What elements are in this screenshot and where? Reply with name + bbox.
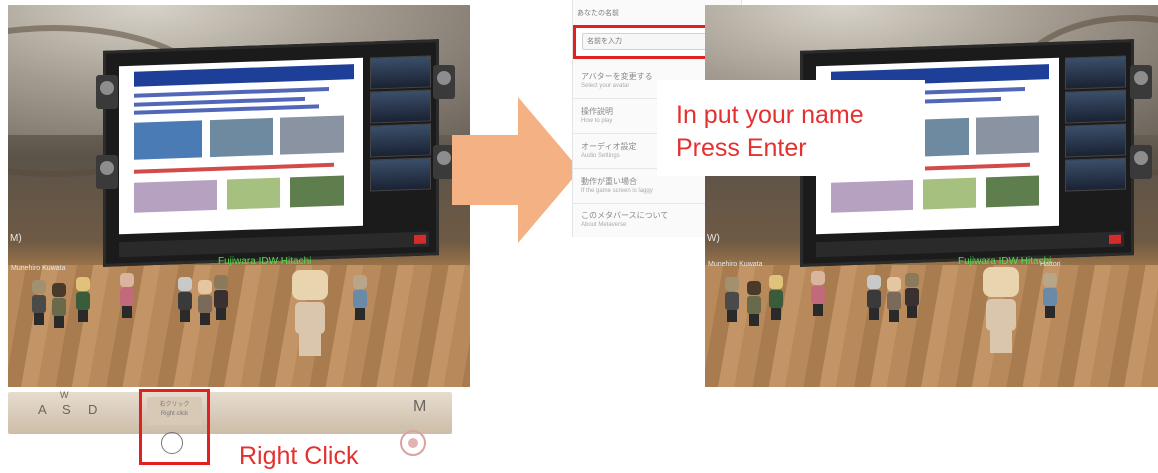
menu-item-sub: Audio Settings bbox=[581, 153, 620, 159]
arrow-right-icon bbox=[452, 97, 580, 243]
avatar bbox=[353, 275, 367, 320]
menu-item-sub: About Metaverse bbox=[581, 222, 627, 228]
right-click-slot-sub: Right click bbox=[160, 411, 189, 417]
menu-item-sub: How to play bbox=[581, 118, 613, 124]
key-m[interactable]: M bbox=[413, 398, 426, 416]
avatar bbox=[120, 273, 134, 318]
avatar bbox=[1043, 273, 1057, 318]
slide-image bbox=[986, 175, 1040, 208]
speaker bbox=[433, 65, 455, 99]
speaker bbox=[96, 155, 118, 189]
video-tile bbox=[370, 123, 432, 158]
name-section-header: あなたの名前 bbox=[577, 10, 619, 17]
key-s[interactable]: S bbox=[62, 402, 71, 417]
avatar bbox=[32, 280, 46, 325]
player-avatar bbox=[292, 270, 328, 356]
vr-scene-left: Fujiwara IDW Hitachi Munehiro Kuwata M) bbox=[8, 5, 470, 387]
side-letter: W) bbox=[707, 233, 720, 244]
avatar bbox=[905, 273, 919, 318]
avatar-nametag: Hattori bbox=[1040, 261, 1061, 268]
avatar bbox=[76, 277, 90, 322]
slide-image bbox=[922, 177, 977, 210]
video-tile bbox=[370, 157, 432, 192]
menu-item-sub: If the game screen is laggy bbox=[581, 188, 653, 194]
action-bar: W A S D M bbox=[8, 390, 452, 434]
slide-image bbox=[209, 117, 274, 157]
avatar-nametag: Munehiro Kuwata bbox=[11, 265, 66, 272]
avatar bbox=[887, 277, 901, 322]
slide-image bbox=[133, 180, 217, 214]
video-tile bbox=[1065, 55, 1127, 90]
key-d[interactable]: D bbox=[88, 402, 97, 417]
screen-caption: Fujiwara IDW Hitachi bbox=[958, 256, 1052, 267]
mouse-icon[interactable] bbox=[161, 432, 183, 454]
speaker bbox=[1130, 65, 1152, 99]
slide-title-bar bbox=[133, 64, 354, 88]
slide-image bbox=[290, 175, 344, 208]
menu-item-title: 動作が重い場合 bbox=[581, 177, 637, 186]
player-avatar bbox=[983, 267, 1019, 353]
side-letter: M) bbox=[10, 233, 22, 244]
right-click-slot[interactable]: 右クリック Right click bbox=[147, 397, 202, 425]
avatar bbox=[747, 281, 761, 326]
video-tiles bbox=[370, 54, 432, 225]
leave-button bbox=[413, 234, 427, 244]
avatar bbox=[867, 275, 881, 320]
speaker bbox=[1130, 145, 1152, 179]
video-tile bbox=[1065, 157, 1127, 192]
meeting-toolbar bbox=[119, 231, 430, 258]
right-click-slot-label: 右クリック bbox=[159, 402, 190, 408]
slide-line bbox=[133, 162, 335, 174]
screen-caption: Fujiwara IDW Hitachi bbox=[218, 256, 312, 267]
instruction-line-1: In put your name bbox=[676, 101, 864, 129]
slide-image bbox=[280, 115, 344, 155]
vr-scene-right: Fujiwara IDW Hitachi Munehiro Kuwata Hat… bbox=[705, 5, 1158, 387]
avatar bbox=[214, 275, 228, 320]
slide-image bbox=[226, 177, 281, 210]
emblem-icon bbox=[400, 430, 426, 456]
right-click-highlight: 右クリック Right click bbox=[139, 389, 210, 465]
menu-item-title: アバターを変更する bbox=[581, 72, 653, 81]
avatar bbox=[52, 283, 66, 328]
slide-image bbox=[830, 180, 914, 214]
meeting-toolbar bbox=[816, 231, 1125, 257]
presentation-screen bbox=[103, 39, 439, 267]
avatar bbox=[178, 277, 192, 322]
avatar bbox=[198, 280, 212, 325]
slide-image bbox=[976, 115, 1040, 155]
video-tile bbox=[1065, 89, 1127, 124]
avatar-nametag: Munehiro Kuwata bbox=[708, 261, 763, 268]
right-click-annotation: Right Click bbox=[239, 442, 359, 470]
instruction-overlay: In put your name Press Enter bbox=[657, 80, 925, 176]
video-tile bbox=[1065, 123, 1127, 158]
slide bbox=[119, 57, 364, 234]
key-w: W bbox=[60, 390, 69, 400]
key-a[interactable]: A bbox=[38, 402, 47, 417]
menu-item-title: このメタバースについて bbox=[581, 211, 669, 220]
menu-item-title: オーディオ設定 bbox=[581, 142, 637, 151]
slide-image bbox=[133, 120, 203, 160]
video-tiles bbox=[1065, 55, 1127, 225]
avatar bbox=[725, 277, 739, 322]
video-tile bbox=[370, 54, 432, 90]
menu-item-title: 操作説明 bbox=[581, 107, 613, 116]
avatar bbox=[769, 275, 783, 320]
slide-line bbox=[133, 104, 320, 115]
avatar bbox=[811, 271, 825, 316]
speaker bbox=[96, 75, 118, 109]
menu-item-sub: Select your avatar bbox=[581, 83, 630, 89]
instruction-line-2: Press Enter bbox=[676, 134, 807, 162]
leave-button bbox=[1109, 234, 1122, 244]
video-tile bbox=[370, 89, 432, 124]
